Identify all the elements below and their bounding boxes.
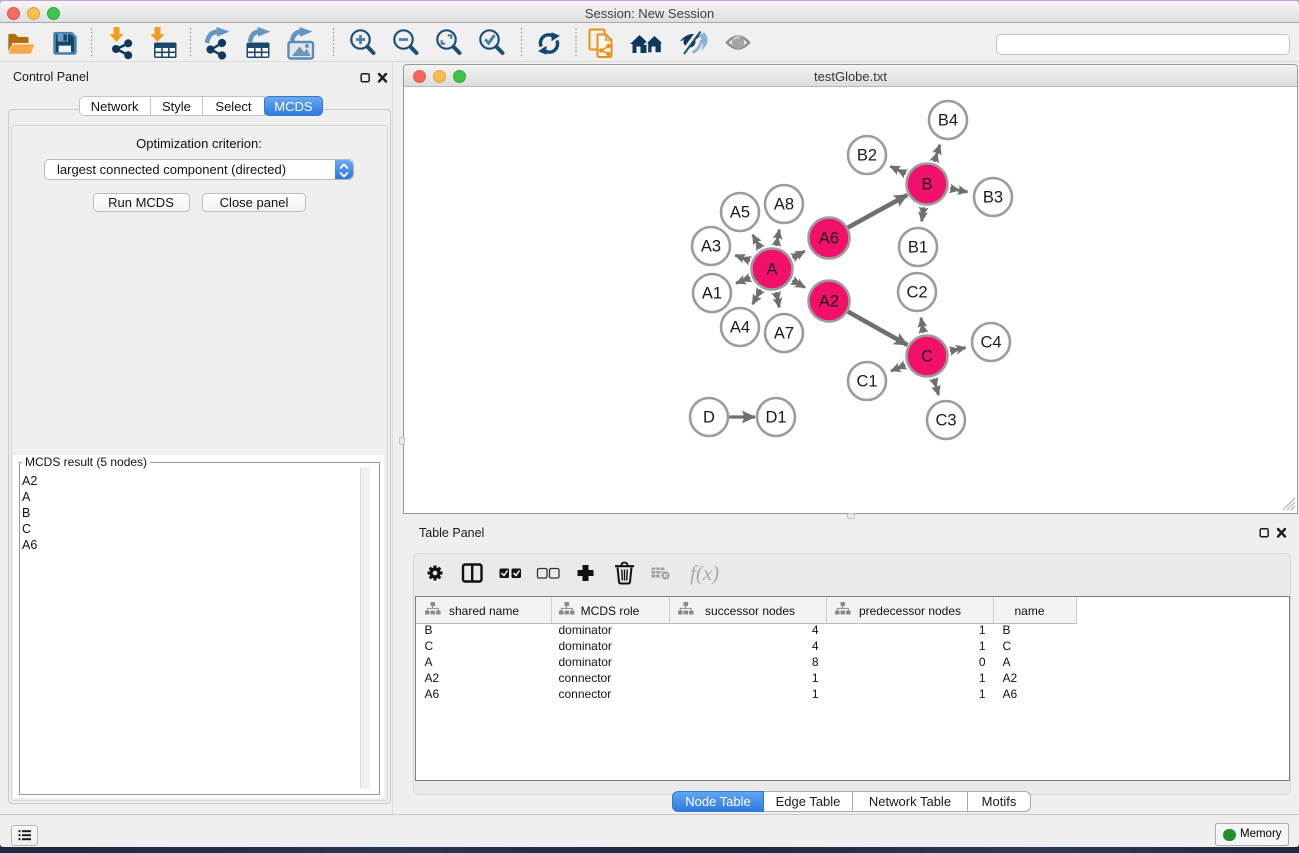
svg-text:B3: B3: [983, 189, 1003, 207]
svg-text:D1: D1: [765, 409, 786, 427]
svg-text:B: B: [921, 176, 932, 194]
svg-text:A8: A8: [774, 196, 794, 214]
svg-text:B1: B1: [908, 239, 928, 257]
svg-text:C2: C2: [906, 284, 927, 302]
svg-text:C3: C3: [935, 412, 956, 430]
svg-text:C1: C1: [856, 373, 877, 391]
svg-text:C: C: [921, 348, 933, 366]
svg-text:f(x): f(x): [690, 561, 719, 585]
svg-text:A3: A3: [701, 238, 721, 256]
svg-text:A7: A7: [774, 325, 794, 343]
svg-text:B2: B2: [857, 147, 877, 165]
svg-text:A6: A6: [819, 230, 839, 248]
svg-text:A4: A4: [730, 319, 750, 337]
svg-text:A: A: [766, 261, 777, 279]
svg-text:A5: A5: [730, 204, 750, 222]
svg-text:B4: B4: [938, 112, 958, 130]
svg-text:D: D: [703, 409, 715, 427]
svg-text:C4: C4: [980, 334, 1001, 352]
svg-text:A2: A2: [819, 293, 839, 311]
svg-text:A1: A1: [702, 285, 722, 303]
